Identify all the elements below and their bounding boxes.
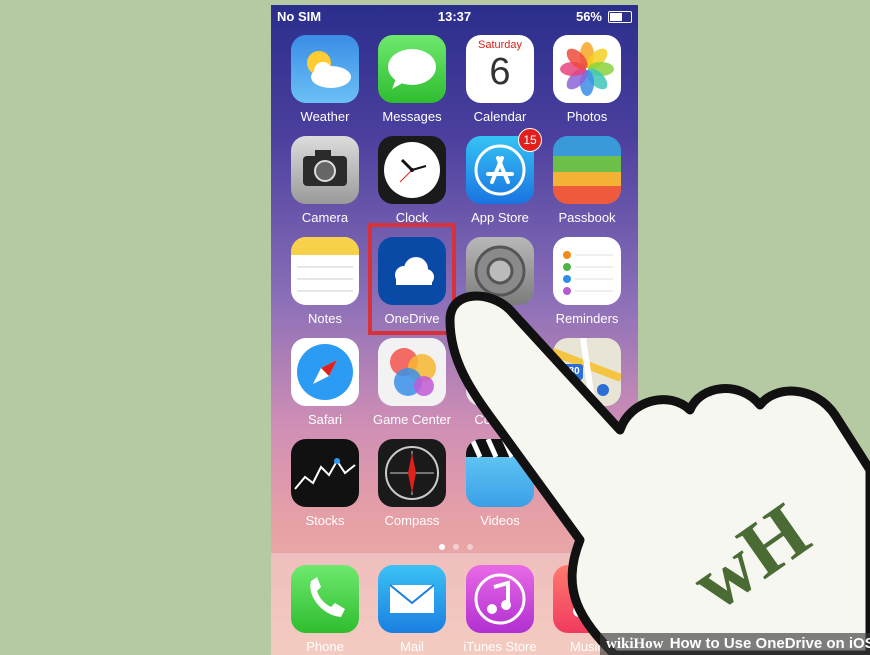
app-label: Stocks	[305, 513, 345, 528]
title-banner: wikiHow How to Use OneDrive on iOS	[600, 633, 870, 655]
app-label: Weather	[300, 109, 350, 124]
app-label: Photos	[566, 109, 608, 124]
app-label: Phone	[306, 639, 344, 654]
weather-icon	[291, 35, 359, 103]
notification-badge: 15	[518, 128, 542, 152]
safari-icon	[291, 338, 359, 406]
app-store-icon: 15	[466, 128, 542, 204]
calendar-icon: Saturday 6	[466, 35, 534, 103]
app-messages[interactable]: Messages	[372, 35, 452, 133]
dock-phone[interactable]: Phone	[285, 565, 365, 655]
app-label: Messages	[382, 109, 442, 124]
app-label: App Store	[471, 210, 529, 225]
compass-icon	[378, 439, 446, 507]
battery-percentage: 56%	[575, 9, 602, 24]
app-calendar[interactable]: Saturday 6 Calendar	[460, 35, 540, 133]
app-label: Passbook	[558, 210, 616, 225]
app-stocks[interactable]: Stocks	[285, 439, 365, 537]
mail-icon	[378, 565, 446, 633]
app-label: Safari	[308, 412, 342, 427]
app-camera[interactable]: Camera	[285, 136, 365, 234]
app-label: Camera	[301, 210, 349, 225]
calendar-day: 6	[489, 51, 511, 93]
app-safari[interactable]: Safari	[285, 338, 365, 436]
calendar-weekday: Saturday	[477, 39, 523, 51]
notes-icon	[291, 237, 359, 305]
app-app-store[interactable]: 15 App Store	[460, 128, 542, 234]
phone-icon	[291, 565, 359, 633]
battery-icon	[608, 11, 632, 23]
app-clock[interactable]: Clock	[372, 136, 452, 234]
status-bar: No SIM 13:37 56%	[271, 5, 638, 27]
clock-icon	[378, 136, 446, 204]
wikihow-logo: wikiHow	[606, 636, 664, 652]
stocks-icon	[291, 439, 359, 507]
app-notes[interactable]: Notes	[285, 237, 365, 335]
app-weather[interactable]: Weather	[285, 35, 365, 133]
hand-pointer-illustration: wH	[445, 291, 870, 655]
app-label: Calendar	[473, 109, 527, 124]
game-center-icon	[378, 338, 446, 406]
messages-icon	[378, 35, 446, 103]
passbook-icon	[553, 136, 621, 204]
camera-icon	[291, 136, 359, 204]
app-label: Notes	[308, 311, 342, 326]
app-passbook[interactable]: Passbook	[547, 136, 627, 234]
app-photos[interactable]: Photos	[547, 35, 627, 133]
photos-icon	[553, 35, 621, 103]
banner-title: How to Use OneDrive on iOS	[669, 635, 870, 652]
